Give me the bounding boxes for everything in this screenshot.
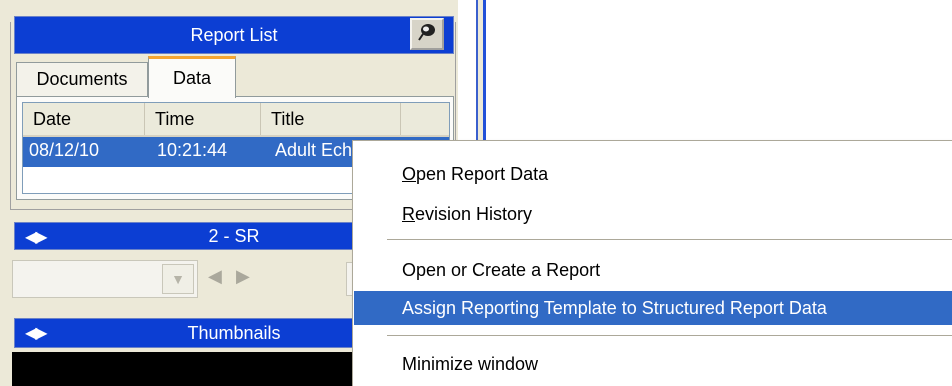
menu-item-label: Open or Create a Report <box>402 259 601 280</box>
column-header-title[interactable]: Title <box>261 103 401 135</box>
menu-item-label: Minimize window <box>402 353 539 374</box>
column-header-date[interactable]: Date <box>23 103 145 135</box>
pin-icon <box>417 22 437 47</box>
report-list-title: Report List <box>190 24 278 45</box>
tab-documents[interactable]: Documents <box>16 62 148 96</box>
dropdown-arrow-icon[interactable]: ▼ <box>162 264 194 294</box>
menu-separator <box>387 335 952 336</box>
tab-data[interactable]: Data <box>148 56 236 98</box>
row-title: Adult Ech <box>275 140 353 160</box>
menu-item-open-report-data[interactable]: Open Report Data <box>354 157 952 191</box>
context-menu: Open Report Data Revision History Open o… <box>352 140 952 386</box>
column-header-time[interactable]: Time <box>145 103 261 135</box>
row-date: 08/12/10 <box>29 140 100 160</box>
pin-button[interactable] <box>410 18 444 50</box>
report-list-header: Report List <box>14 16 454 54</box>
menu-item-open-or-create-report[interactable]: Open or Create a Report <box>354 253 952 287</box>
next-arrow-icon[interactable]: ▶ <box>236 266 250 287</box>
menu-item-assign-reporting-template[interactable]: Assign Reporting Template to Structured … <box>354 291 952 325</box>
menu-item-label: Assign Reporting Template to Structured … <box>402 297 827 318</box>
tab-documents-label: Documents <box>36 69 128 89</box>
prev-arrow-icon[interactable]: ◀ <box>208 266 222 287</box>
splitter[interactable] <box>476 0 486 150</box>
series-nav-arrows-icon[interactable]: ◀▶ <box>25 227 48 247</box>
thumbnails-nav-arrows-icon[interactable]: ◀▶ <box>25 323 48 343</box>
list-header: Date Time Title <box>23 103 449 137</box>
menu-item-label: Open Report Data <box>402 163 549 184</box>
tab-data-label: Data <box>172 68 212 88</box>
menu-separator <box>387 239 952 240</box>
menu-item-revision-history[interactable]: Revision History <box>354 197 952 231</box>
row-time: 10:21:44 <box>157 140 228 160</box>
menu-item-label: Revision History <box>402 203 533 224</box>
menu-item-minimize-window[interactable]: Minimize window <box>354 347 952 381</box>
